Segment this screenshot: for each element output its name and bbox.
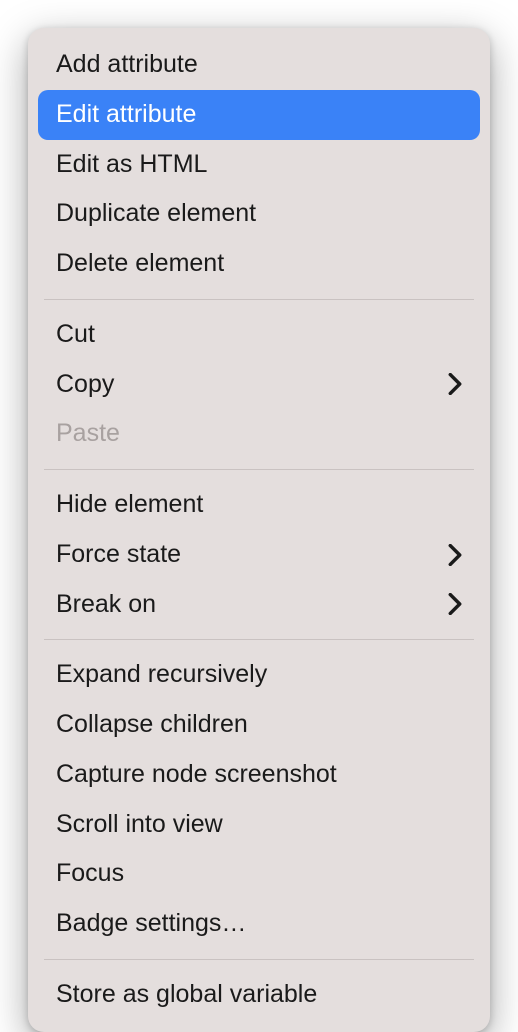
menu-item-collapse-children[interactable]: Collapse children [28,700,490,750]
menu-item-label: Store as global variable [56,978,317,1012]
menu-item-capture-node-screenshot[interactable]: Capture node screenshot [28,750,490,800]
chevron-right-icon [448,373,462,395]
menu-item-label: Scroll into view [56,808,223,842]
chevron-right-icon [448,593,462,615]
menu-separator [44,639,474,640]
menu-item-add-attribute[interactable]: Add attribute [28,40,490,90]
menu-item-label: Paste [56,417,120,451]
menu-item-label: Copy [56,368,114,402]
menu-separator [44,469,474,470]
menu-item-label: Break on [56,588,156,622]
menu-item-label: Focus [56,857,124,891]
menu-item-store-as-global-variable[interactable]: Store as global variable [28,970,490,1020]
menu-item-label: Collapse children [56,708,248,742]
menu-item-duplicate-element[interactable]: Duplicate element [28,189,490,239]
menu-item-expand-recursively[interactable]: Expand recursively [28,650,490,700]
menu-item-copy[interactable]: Copy [28,360,490,410]
menu-item-label: Cut [56,318,95,352]
menu-item-delete-element[interactable]: Delete element [28,239,490,289]
menu-item-label: Add attribute [56,48,198,82]
menu-item-label: Badge settings… [56,907,246,941]
menu-item-label: Delete element [56,247,224,281]
menu-item-label: Edit as HTML [56,148,207,182]
menu-item-hide-element[interactable]: Hide element [28,480,490,530]
menu-item-label: Duplicate element [56,197,256,231]
menu-item-cut[interactable]: Cut [28,310,490,360]
menu-item-label: Edit attribute [56,98,196,132]
menu-item-badge-settings[interactable]: Badge settings… [28,899,490,949]
menu-item-label: Hide element [56,488,203,522]
menu-item-label: Expand recursively [56,658,267,692]
menu-item-edit-attribute[interactable]: Edit attribute [38,90,480,140]
menu-item-label: Capture node screenshot [56,758,337,792]
menu-item-paste: Paste [28,409,490,459]
menu-separator [44,299,474,300]
menu-item-edit-as-html[interactable]: Edit as HTML [28,140,490,190]
menu-item-focus[interactable]: Focus [28,849,490,899]
menu-item-label: Force state [56,538,181,572]
context-menu: Add attribute Edit attribute Edit as HTM… [28,28,490,1032]
menu-item-scroll-into-view[interactable]: Scroll into view [28,800,490,850]
menu-item-break-on[interactable]: Break on [28,580,490,630]
menu-item-force-state[interactable]: Force state [28,530,490,580]
menu-separator [44,959,474,960]
chevron-right-icon [448,544,462,566]
